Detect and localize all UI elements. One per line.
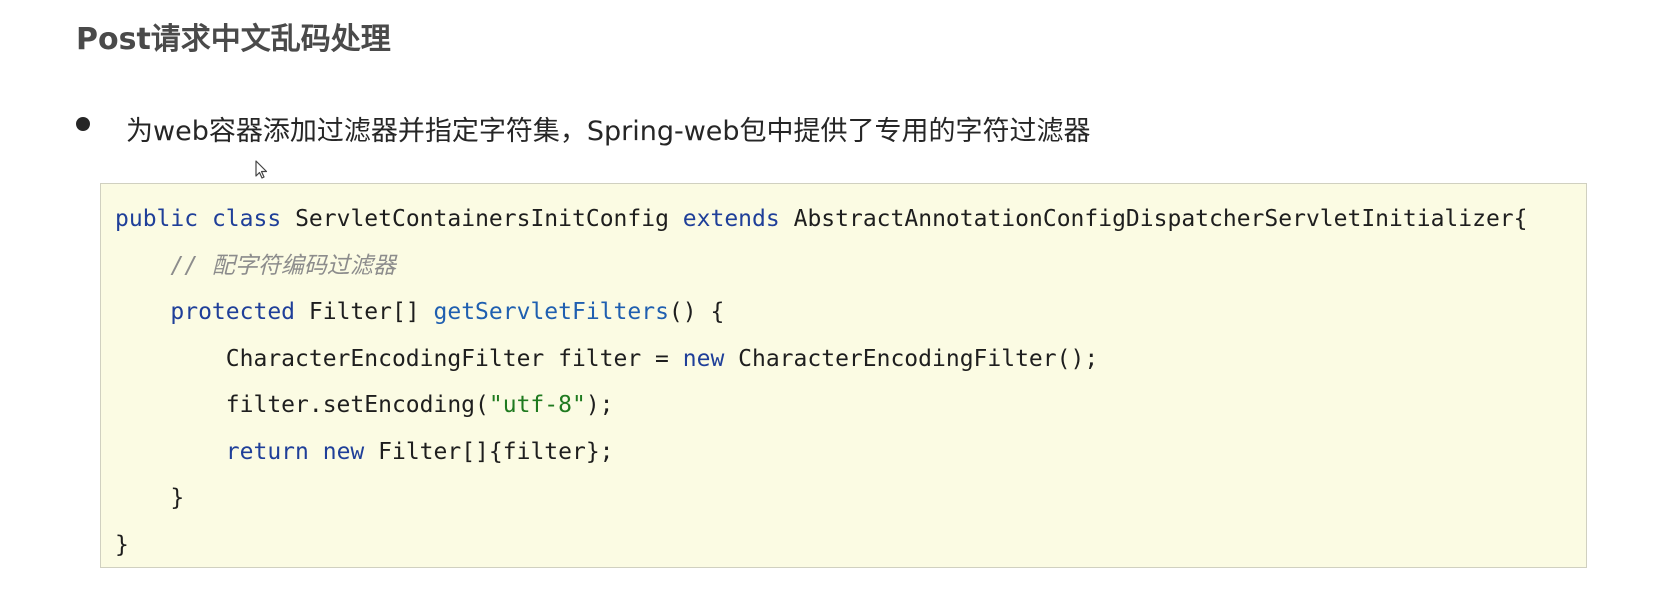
page-title: Post请求中文乱码处理 (76, 22, 391, 57)
code-line-return: return new Filter[]{filter}; (115, 429, 1586, 476)
encoding-string: "utf-8" (488, 392, 586, 418)
keyword-return: return (225, 438, 309, 465)
mouse-cursor-icon (255, 160, 268, 179)
method-name: getServletFilters (433, 299, 669, 325)
keyword-protected: protected (170, 299, 296, 325)
method-closing-brace: } (170, 485, 185, 511)
code-line-comment: // 配字符编码过滤器 (115, 243, 1586, 290)
keyword-new-array: new (322, 438, 365, 465)
class-name: ServletContainersInitConfig (295, 206, 669, 232)
bullet-text: 为web容器添加过滤器并指定字符集，Spring-web包中提供了专用的字符过滤… (126, 116, 1091, 147)
code-line-method-signature: protected Filter[] getServletFilters() { (115, 289, 1586, 336)
keyword-new: new (682, 345, 725, 372)
code-block: public class ServletContainersInitConfig… (100, 183, 1587, 568)
filter-constructor: CharacterEncodingFilter(); (724, 345, 1099, 372)
class-closing-brace: } (115, 531, 129, 558)
code-line-class-close: } (115, 522, 1586, 568)
code-comment: // 配字符编码过滤器 (170, 252, 396, 279)
code-line-class-declaration: public class ServletContainersInitConfig… (115, 196, 1586, 243)
method-params: () { (668, 299, 725, 325)
code-line-method-close: } (115, 475, 1586, 522)
code-line-set-encoding: filter.setEncoding("utf-8"); (115, 382, 1586, 429)
return-expression: Filter[]{filter}; (364, 438, 614, 465)
set-encoding-call: filter.setEncoding( (225, 392, 489, 418)
keyword-public: public (115, 206, 199, 232)
keyword-class: class (211, 206, 282, 232)
superclass-name: AbstractAnnotationConfigDispatcherServle… (793, 206, 1528, 232)
set-encoding-end: ); (585, 392, 614, 418)
bullet-dot-icon (76, 117, 90, 131)
code-line-filter-instantiation: CharacterEncodingFilter filter = new Cha… (115, 336, 1586, 383)
filter-declaration: CharacterEncodingFilter filter = (225, 345, 683, 372)
return-type: Filter[] (308, 299, 420, 325)
keyword-extends: extends (682, 206, 780, 232)
